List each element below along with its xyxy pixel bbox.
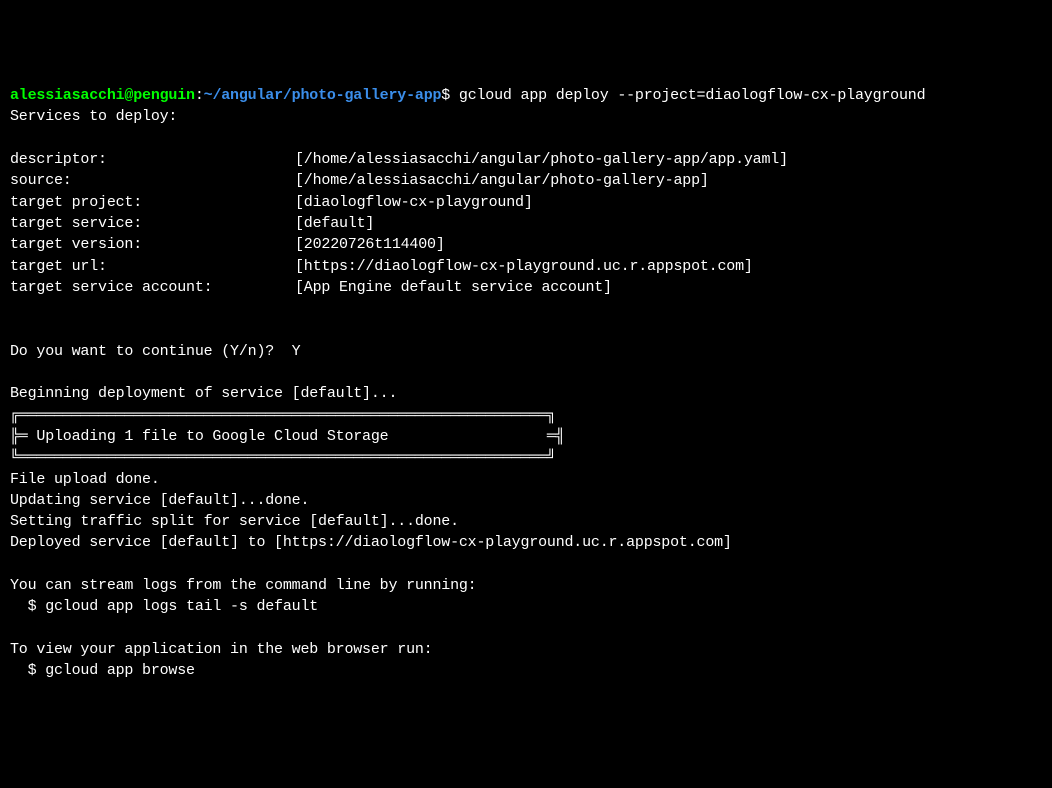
box-bottom: ╚═══════════════════════════════════════…	[10, 449, 556, 466]
target-url-value: [https://diaologflow-cx-playground.uc.r.…	[295, 258, 753, 275]
prompt-path: ~/angular/photo-gallery-app	[204, 87, 442, 104]
continue-prompt: Do you want to continue (Y/n)? Y	[10, 343, 300, 360]
target-version-value: [20220726t114400]	[295, 236, 445, 253]
logs-message: You can stream logs from the command lin…	[10, 577, 476, 594]
source-value: [/home/alessiasacchi/angular/photo-galle…	[295, 172, 709, 189]
target-project-label: target project:	[10, 192, 295, 213]
terminal[interactable]: alessiasacchi@penguin:~/angular/photo-ga…	[10, 85, 1042, 681]
prompt-user: alessiasacchi@penguin	[10, 87, 195, 104]
target-url-label: target url:	[10, 256, 295, 277]
logs-command: $ gcloud app logs tail -s default	[10, 598, 318, 615]
source-label: source:	[10, 170, 295, 191]
traffic-split: Setting traffic split for service [defau…	[10, 513, 459, 530]
box-top: ╔═══════════════════════════════════════…	[10, 407, 556, 424]
deployed-service: Deployed service [default] to [https://d…	[10, 534, 732, 551]
view-message: To view your application in the web brow…	[10, 641, 432, 658]
target-service-label: target service:	[10, 213, 295, 234]
updating-service: Updating service [default]...done.	[10, 492, 309, 509]
target-service-account-label: target service account:	[10, 277, 295, 298]
target-service-value: [default]	[295, 215, 374, 232]
descriptor-label: descriptor:	[10, 149, 295, 170]
target-version-label: target version:	[10, 234, 295, 255]
command-text: gcloud app deploy --project=diaologflow-…	[459, 87, 925, 104]
descriptor-value: [/home/alessiasacchi/angular/photo-galle…	[295, 151, 788, 168]
target-service-account-value: [App Engine default service account]	[295, 279, 612, 296]
beginning-deployment: Beginning deployment of service [default…	[10, 385, 397, 402]
prompt-colon: :	[195, 87, 204, 104]
box-middle: ╠═ Uploading 1 file to Google Cloud Stor…	[10, 428, 565, 445]
services-header: Services to deploy:	[10, 108, 177, 125]
view-command: $ gcloud app browse	[10, 662, 195, 679]
prompt-dollar: $	[441, 87, 459, 104]
target-project-value: [diaologflow-cx-playground]	[295, 194, 533, 211]
file-upload-done: File upload done.	[10, 471, 160, 488]
